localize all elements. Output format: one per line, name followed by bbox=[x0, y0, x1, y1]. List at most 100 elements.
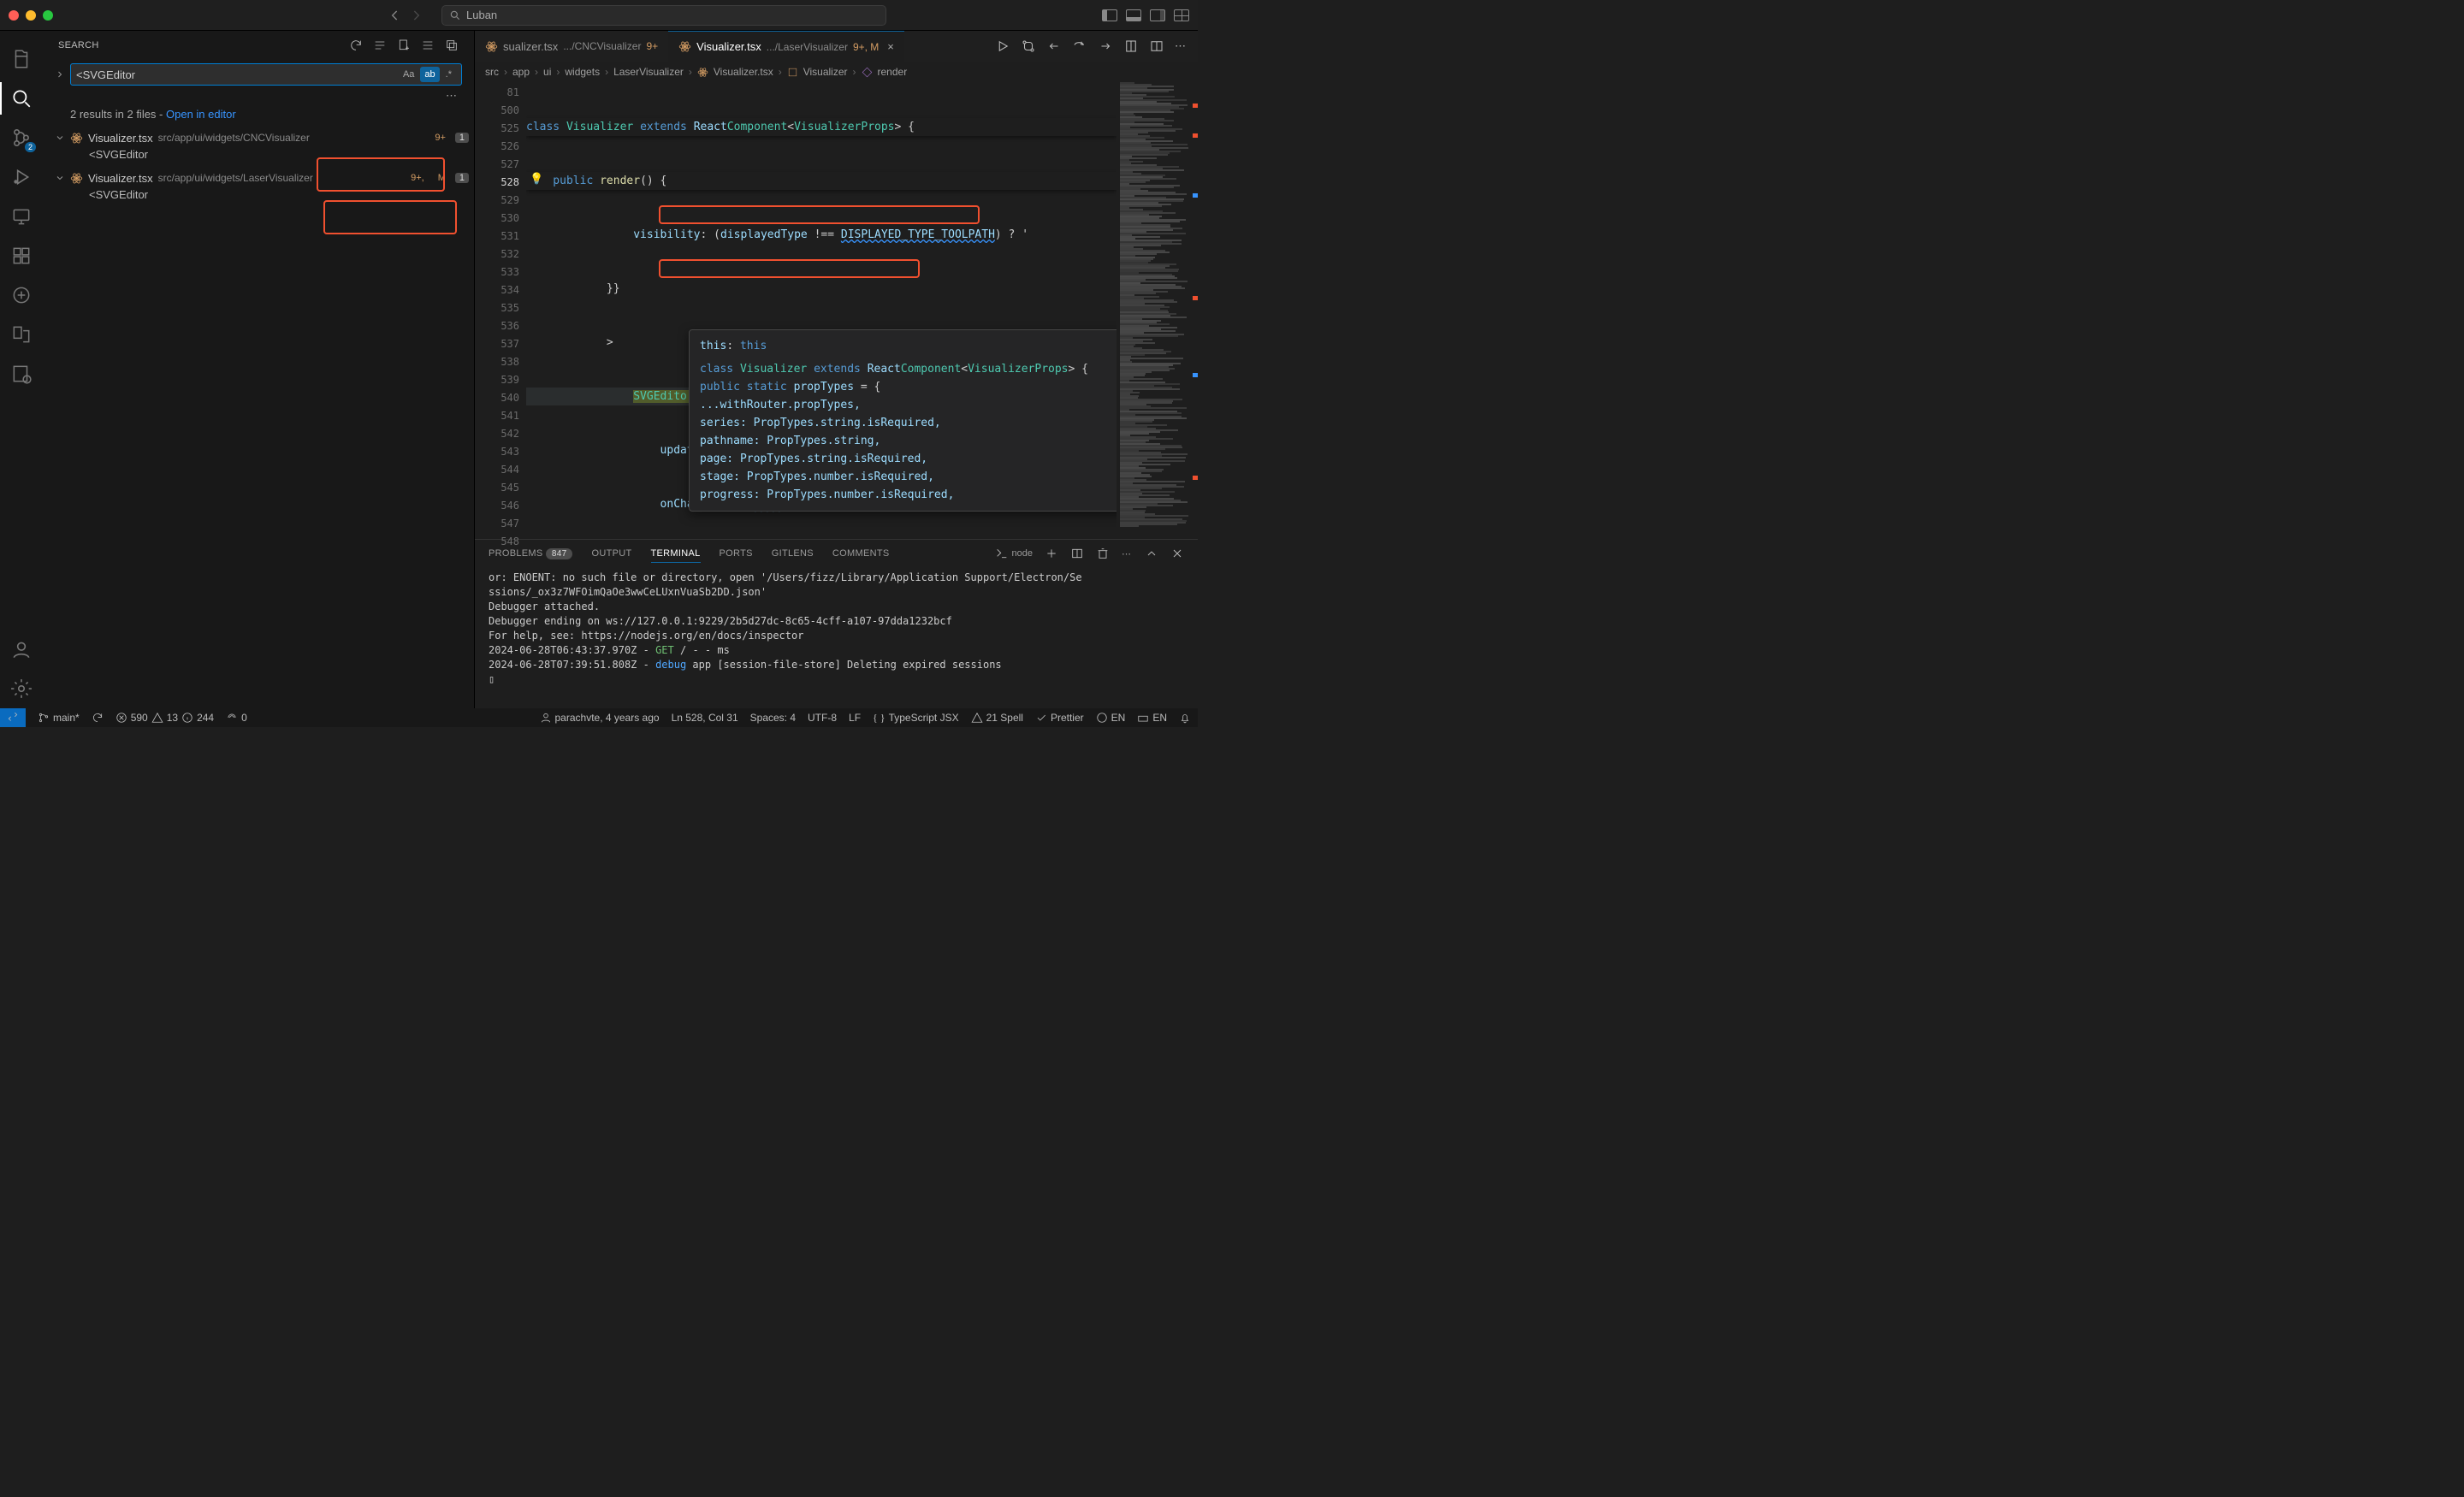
search-input[interactable]: <SVGEditor Aa ab .* bbox=[70, 63, 462, 86]
lightbulb-icon[interactable]: 💡 bbox=[530, 173, 543, 186]
bookmarks-view-icon[interactable] bbox=[0, 315, 43, 354]
window-controls bbox=[9, 10, 53, 21]
go-next-change-icon[interactable] bbox=[1098, 38, 1113, 54]
keyboard-layout-status-2[interactable]: EN bbox=[1137, 712, 1167, 724]
back-icon[interactable] bbox=[387, 7, 404, 24]
chevron-down-icon bbox=[55, 133, 65, 143]
modified-badge: M bbox=[434, 173, 450, 183]
split-editor-icon[interactable] bbox=[1149, 38, 1164, 54]
toggle-replace-chevron-icon[interactable] bbox=[55, 69, 65, 80]
cursor-position[interactable]: Ln 528, Col 31 bbox=[672, 712, 738, 724]
toggle-secondary-sidebar-icon[interactable] bbox=[1150, 9, 1165, 21]
terminal-output[interactable]: or: ENOENT: no such file or directory, o… bbox=[475, 567, 1198, 708]
breadcrumbs[interactable]: src› app› ui› widgets› LaserVisualizer› … bbox=[475, 62, 1198, 82]
keyboard-layout-status-1[interactable]: EN bbox=[1096, 712, 1126, 724]
more-actions-icon[interactable]: ⋯ bbox=[1175, 39, 1188, 53]
results-summary: 2 results in 2 files - Open in editor bbox=[43, 104, 474, 126]
new-terminal-icon[interactable] bbox=[1045, 547, 1058, 560]
symbol-class-icon bbox=[787, 67, 798, 78]
problems-status[interactable]: 590 13 244 bbox=[116, 712, 214, 724]
maximize-panel-icon[interactable] bbox=[1145, 547, 1158, 560]
project-manager-icon[interactable] bbox=[0, 354, 43, 393]
search-sidebar: SEARCH <SVGEditor Aa ab .* ⋯ 2 results i… bbox=[43, 31, 475, 708]
panel-tab-gitlens[interactable]: GITLENS bbox=[772, 545, 814, 562]
file-header[interactable]: Visualizer.tsx src/app/ui/widgets/LaserV… bbox=[55, 168, 469, 188]
search-view-icon[interactable] bbox=[0, 79, 43, 118]
docker-view-icon[interactable] bbox=[0, 275, 43, 315]
file-header[interactable]: Visualizer.tsx src/app/ui/widgets/CNCVis… bbox=[55, 127, 469, 148]
command-center-text: Luban bbox=[466, 9, 497, 21]
ports-status[interactable]: 0 bbox=[226, 712, 247, 724]
match-case-toggle[interactable]: Aa bbox=[399, 67, 418, 82]
sidebar-title: SEARCH bbox=[58, 40, 339, 50]
git-branch-status[interactable]: main* bbox=[38, 712, 80, 724]
kill-terminal-icon[interactable] bbox=[1096, 547, 1110, 560]
search-more-icon[interactable]: ⋯ bbox=[446, 89, 459, 103]
extensions-view-icon[interactable] bbox=[0, 236, 43, 275]
maximize-window-button[interactable] bbox=[43, 10, 53, 21]
status-bar: main* 590 13 244 0 parachvte, 4 years ag… bbox=[0, 708, 1198, 727]
debug-view-icon[interactable] bbox=[0, 157, 43, 197]
command-center-search[interactable]: Luban bbox=[441, 5, 886, 26]
refresh-icon[interactable] bbox=[349, 38, 363, 52]
spell-check-status[interactable]: 21 Spell bbox=[971, 712, 1023, 724]
layout-controls bbox=[1102, 9, 1189, 21]
prettier-status[interactable]: Prettier bbox=[1035, 712, 1084, 724]
panel-tab-terminal[interactable]: TERMINAL bbox=[651, 545, 701, 563]
close-tab-icon[interactable]: × bbox=[887, 40, 894, 53]
panel-tab-ports[interactable]: PORTS bbox=[720, 545, 753, 562]
clear-results-icon[interactable] bbox=[373, 38, 387, 52]
close-panel-icon[interactable] bbox=[1170, 547, 1184, 560]
panel-tab-output[interactable]: OUTPUT bbox=[591, 545, 631, 562]
settings-gear-icon[interactable] bbox=[0, 669, 43, 708]
view-as-tree-icon[interactable] bbox=[421, 38, 435, 52]
close-window-button[interactable] bbox=[9, 10, 19, 21]
react-file-icon bbox=[678, 40, 691, 53]
remote-indicator[interactable] bbox=[0, 708, 26, 727]
notifications-icon[interactable] bbox=[1179, 712, 1191, 724]
symbol-method-icon bbox=[862, 67, 873, 78]
editor-tab[interactable]: sualizer.tsx .../CNCVisualizer 9+ bbox=[475, 31, 668, 62]
match-line[interactable]: <SVGEditor bbox=[55, 188, 469, 204]
terminal-shell-selector[interactable]: node bbox=[995, 547, 1033, 560]
regex-toggle[interactable]: .* bbox=[441, 67, 456, 82]
diff-icon[interactable] bbox=[1123, 38, 1139, 54]
git-compare-icon[interactable] bbox=[1021, 38, 1036, 54]
scm-view-icon[interactable]: 2 bbox=[0, 118, 43, 157]
toggle-panel-icon[interactable] bbox=[1126, 9, 1141, 21]
activity-bar: 2 bbox=[0, 31, 43, 708]
collapse-all-icon[interactable] bbox=[445, 38, 459, 52]
editor-group: sualizer.tsx .../CNCVisualizer 9+ Visual… bbox=[475, 31, 1198, 708]
react-file-icon bbox=[70, 172, 83, 185]
whole-word-toggle[interactable]: ab bbox=[420, 67, 439, 82]
minimap[interactable] bbox=[1116, 82, 1198, 539]
language-mode[interactable]: { } TypeScript JSX bbox=[873, 712, 959, 725]
split-terminal-icon[interactable] bbox=[1070, 547, 1084, 560]
react-file-icon bbox=[697, 67, 708, 78]
code-editor[interactable]: 81 500 525526527 528 529530531 532533534… bbox=[475, 82, 1198, 539]
open-in-editor-link[interactable]: Open in editor bbox=[166, 108, 236, 121]
panel-tab-comments[interactable]: COMMENTS bbox=[832, 545, 890, 562]
go-prev-change-icon[interactable] bbox=[1046, 38, 1062, 54]
run-icon[interactable] bbox=[995, 38, 1010, 54]
sync-status[interactable] bbox=[92, 712, 104, 724]
remote-explorer-icon[interactable] bbox=[0, 197, 43, 236]
minimize-window-button[interactable] bbox=[26, 10, 36, 21]
customize-layout-icon[interactable] bbox=[1174, 9, 1189, 21]
title-bar: Luban bbox=[0, 0, 1198, 31]
encoding-status[interactable]: UTF-8 bbox=[808, 712, 837, 724]
forward-icon[interactable] bbox=[407, 7, 424, 24]
accounts-icon[interactable] bbox=[0, 630, 43, 669]
toggle-primary-sidebar-icon[interactable] bbox=[1102, 9, 1117, 21]
indentation-status[interactable]: Spaces: 4 bbox=[750, 712, 796, 724]
nav-arrows bbox=[387, 7, 424, 24]
new-search-editor-icon[interactable] bbox=[397, 38, 411, 52]
revert-icon[interactable] bbox=[1072, 38, 1087, 54]
blame-status[interactable]: parachvte, 4 years ago bbox=[540, 712, 660, 724]
react-file-icon bbox=[485, 40, 498, 53]
match-line[interactable]: <SVGEditor bbox=[55, 148, 469, 164]
panel-more-icon[interactable]: ⋯ bbox=[1122, 548, 1133, 559]
editor-tab-active[interactable]: Visualizer.tsx .../LaserVisualizer 9+, M… bbox=[668, 31, 904, 62]
eol-status[interactable]: LF bbox=[849, 712, 861, 724]
explorer-view-icon[interactable] bbox=[0, 39, 43, 79]
